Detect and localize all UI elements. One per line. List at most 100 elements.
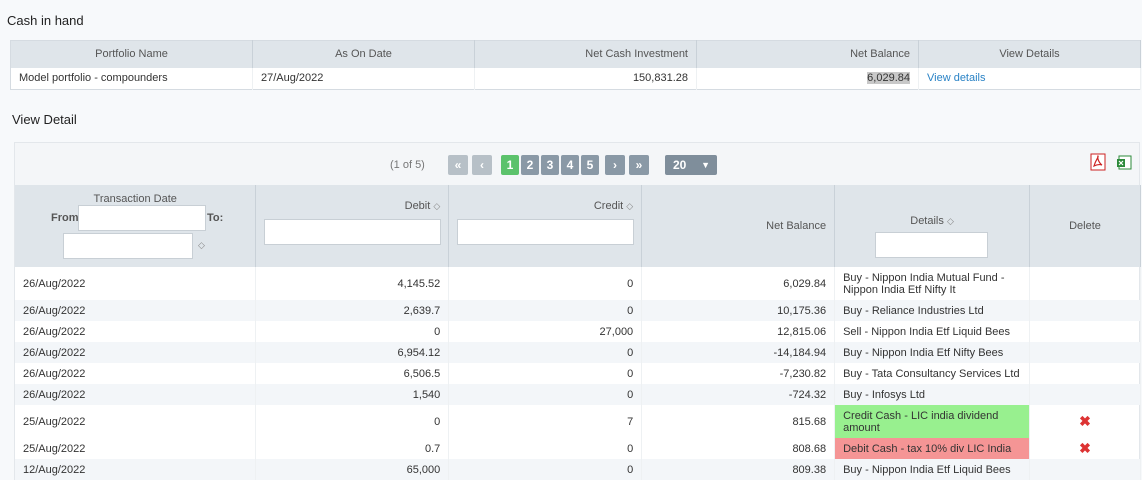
cell-debit: 0.7 — [255, 438, 450, 459]
cell-net-balance: 6,029.84 — [641, 267, 836, 300]
to-date-input[interactable] — [63, 233, 193, 259]
cell-debit: 0 — [255, 405, 450, 438]
from-date-input[interactable] — [78, 205, 206, 231]
header-debit[interactable]: Debit ◇ — [255, 185, 450, 267]
cell-delete — [1029, 384, 1141, 405]
cell-net-balance: 809.38 — [641, 459, 836, 480]
cell-credit: 0 — [448, 267, 643, 300]
transaction-date-label: Transaction Date — [93, 193, 177, 205]
cell-net-balance: -724.32 — [641, 384, 836, 405]
page-button-3[interactable]: 3 — [541, 155, 559, 175]
first-page-button[interactable]: « — [448, 155, 468, 175]
cell-date: 26/Aug/2022 — [15, 342, 257, 363]
cell-delete — [1029, 300, 1141, 321]
cell-details: Buy - Tata Consultancy Services Ltd — [834, 363, 1031, 384]
cell-delete — [1029, 321, 1141, 342]
page-button-1[interactable]: 1 — [501, 155, 519, 175]
cell-debit: 65,000 — [255, 459, 450, 480]
excel-export-icon[interactable] — [1116, 153, 1132, 171]
page-button-5[interactable]: 5 — [581, 155, 599, 175]
as-on-date: 27/Aug/2022 — [252, 67, 475, 90]
cell-delete — [1029, 363, 1141, 384]
paginator: (1 of 5) « ‹ 1 2 3 4 5 › » 20 ▼ — [15, 143, 1139, 185]
table-row: 26/Aug/2022 1,540 0 -724.32 Buy - Infosy… — [15, 384, 1141, 405]
cell-date: 26/Aug/2022 — [15, 300, 257, 321]
table-row: 12/Aug/2022 65,000 0 809.38 Buy - Nippon… — [15, 459, 1141, 480]
header-transaction-date: Transaction Date From: To: ◇ — [15, 185, 257, 267]
page-size-value: 20 — [673, 158, 687, 172]
cell-net-balance: 808.68 — [641, 438, 836, 459]
cell-date: 26/Aug/2022 — [15, 363, 257, 384]
cell-debit: 6,506.5 — [255, 363, 450, 384]
sort-icon[interactable]: ◇ — [198, 240, 205, 251]
last-page-button[interactable]: » — [629, 155, 649, 175]
header-delete: Delete — [1029, 185, 1141, 267]
header-as-on-date[interactable]: As On Date — [252, 40, 475, 68]
delete-icon[interactable]: ✖ — [1029, 438, 1141, 459]
table-row: 26/Aug/2022 0 27,000 12,815.06 Sell - Ni… — [15, 321, 1141, 342]
page-size-select[interactable]: 20 ▼ — [665, 155, 717, 175]
cell-debit: 2,639.7 — [255, 300, 450, 321]
cell-date: 26/Aug/2022 — [15, 321, 257, 342]
sort-icon[interactable]: ◇ — [626, 201, 633, 211]
summary-table: Portfolio Name As On Date Net Cash Inves… — [10, 40, 1141, 90]
net-balance-value: 6,029.84 — [867, 72, 910, 85]
cell-credit: 0 — [448, 438, 643, 459]
table-row: 26/Aug/2022 6,954.12 0 -14,184.94 Buy - … — [15, 342, 1141, 363]
debit-label: Debit — [404, 200, 431, 212]
details-filter-input[interactable] — [875, 232, 989, 258]
page-button-2[interactable]: 2 — [521, 155, 539, 175]
sort-icon[interactable]: ◇ — [433, 201, 440, 211]
table-row: 25/Aug/2022 0.7 0 808.68 Debit Cash - ta… — [15, 438, 1141, 459]
cell-credit: 0 — [448, 459, 643, 480]
cell-details: Buy - Nippon India Etf Liquid Bees — [834, 459, 1031, 480]
cell-credit: 0 — [448, 384, 643, 405]
cell-net-balance: -14,184.94 — [641, 342, 836, 363]
header-details[interactable]: Details ◇ — [834, 185, 1031, 267]
prev-page-button[interactable]: ‹ — [472, 155, 492, 175]
next-page-button[interactable]: › — [605, 155, 625, 175]
cell-date: 26/Aug/2022 — [15, 384, 257, 405]
net-cash-investment: 150,831.28 — [474, 67, 697, 90]
cell-credit: 27,000 — [448, 321, 643, 342]
cell-credit: 0 — [448, 300, 643, 321]
cell-credit: 0 — [448, 363, 643, 384]
sort-icon[interactable]: ◇ — [947, 216, 954, 226]
credit-filter-input[interactable] — [457, 219, 635, 245]
view-details-link[interactable]: View details — [927, 72, 986, 84]
cell-debit: 6,954.12 — [255, 342, 450, 363]
table-row: 26/Aug/2022 4,145.52 0 6,029.84 Buy - Ni… — [15, 267, 1141, 300]
to-label: To: — [207, 212, 224, 224]
cell-date: 26/Aug/2022 — [15, 267, 257, 300]
page-info: (1 of 5) — [390, 159, 425, 171]
credit-label: Credit — [593, 200, 624, 212]
cell-date: 12/Aug/2022 — [15, 459, 257, 480]
summary-row: Model portfolio - compounders 27/Aug/202… — [10, 67, 1141, 90]
cell-details: Credit Cash - LIC india dividend amount — [834, 405, 1031, 438]
cell-debit: 4,145.52 — [255, 267, 450, 300]
cell-delete — [1029, 342, 1141, 363]
header-view-details: View Details — [918, 40, 1141, 68]
cell-delete — [1029, 267, 1141, 300]
header-portfolio-name[interactable]: Portfolio Name — [10, 40, 253, 68]
section-title-view-detail: View Detail — [12, 112, 77, 127]
table-row: 26/Aug/2022 2,639.7 0 10,175.36 Buy - Re… — [15, 300, 1141, 321]
cell-delete — [1029, 459, 1141, 480]
debit-filter-input[interactable] — [264, 219, 442, 245]
portfolio-name: Model portfolio - compounders — [10, 67, 253, 90]
cell-details: Debit Cash - tax 10% div LIC India — [834, 438, 1031, 459]
table-row: 26/Aug/2022 6,506.5 0 -7,230.82 Buy - Ta… — [15, 363, 1141, 384]
cell-net-balance: 12,815.06 — [641, 321, 836, 342]
page-button-4[interactable]: 4 — [561, 155, 579, 175]
cell-details: Buy - Infosys Ltd — [834, 384, 1031, 405]
delete-icon[interactable]: ✖ — [1029, 405, 1141, 438]
header-net-cash-investment[interactable]: Net Cash Investment — [474, 40, 697, 68]
cell-net-balance: 10,175.36 — [641, 300, 836, 321]
cell-details: Buy - Nippon India Mutual Fund - Nippon … — [834, 267, 1031, 300]
header-net-balance[interactable]: Net Balance — [696, 40, 919, 68]
cell-date: 25/Aug/2022 — [15, 405, 257, 438]
cell-debit: 1,540 — [255, 384, 450, 405]
section-title-cash-in-hand: Cash in hand — [7, 13, 84, 28]
pdf-export-icon[interactable] — [1090, 153, 1106, 171]
header-credit[interactable]: Credit ◇ — [448, 185, 643, 267]
